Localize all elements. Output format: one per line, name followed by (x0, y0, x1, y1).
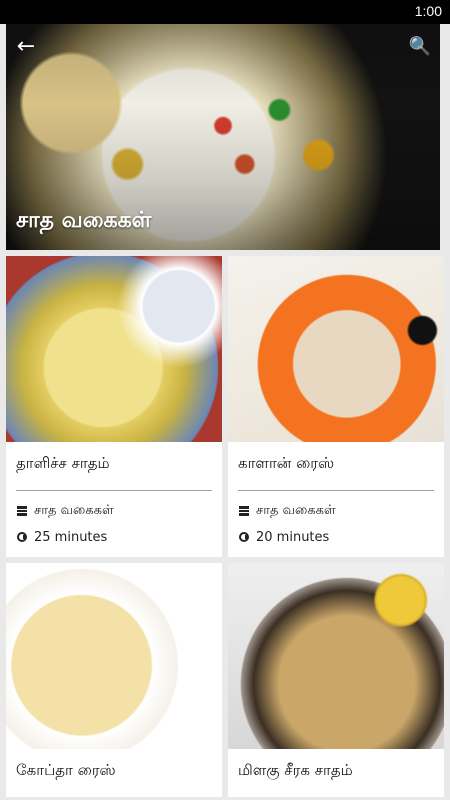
category-text: சாத வகைகள் (256, 503, 336, 518)
recipe-image (6, 256, 222, 442)
status-bar: 1:00 (0, 0, 450, 24)
time-text: 25 minutes (34, 529, 108, 545)
recipe-card[interactable]: மிளகு சீரக சாதம் (228, 563, 444, 797)
category-icon (238, 505, 250, 517)
recipe-title: கோப்தா ரைஸ் (16, 761, 116, 779)
page-title: சாத வகைகள் (16, 208, 152, 233)
clock-icon (238, 531, 250, 543)
time-row: 20 minutes (238, 527, 434, 547)
category-icon (16, 505, 28, 517)
recipe-image (228, 563, 444, 749)
back-icon[interactable]: ← (12, 32, 40, 60)
time-row: 25 minutes (16, 527, 212, 547)
divider (16, 490, 212, 491)
clock-icon (16, 531, 28, 543)
recipe-card[interactable]: தாளிச்ச சாதம் சாத வகைகள் 25 minutes (6, 256, 222, 557)
divider (238, 490, 434, 491)
status-time: 1:00 (414, 3, 442, 19)
recipe-card[interactable]: காளான் ரைஸ் சாத வகைகள் 20 minutes (228, 256, 444, 557)
recipe-image (228, 256, 444, 442)
search-icon[interactable]: 🔍 (406, 32, 434, 60)
category-text: சாத வகைகள் (34, 503, 114, 518)
recipe-card[interactable]: கோப்தா ரைஸ் (6, 563, 222, 797)
time-text: 20 minutes (256, 529, 330, 545)
category-row: சாத வகைகள் (238, 501, 434, 521)
recipe-image (6, 563, 222, 749)
recipe-title: தாளிச்ச சாதம் (16, 454, 110, 472)
category-row: சாத வகைகள் (16, 501, 212, 521)
recipe-title: காளான் ரைஸ் (238, 454, 335, 472)
recipe-grid: தாளிச்ச சாதம் சாத வகைகள் 25 minutes காளா… (6, 256, 444, 797)
hero-banner: ← 🔍 சாத வகைகள் (6, 24, 440, 250)
recipe-title: மிளகு சீரக சாதம் (238, 761, 353, 779)
